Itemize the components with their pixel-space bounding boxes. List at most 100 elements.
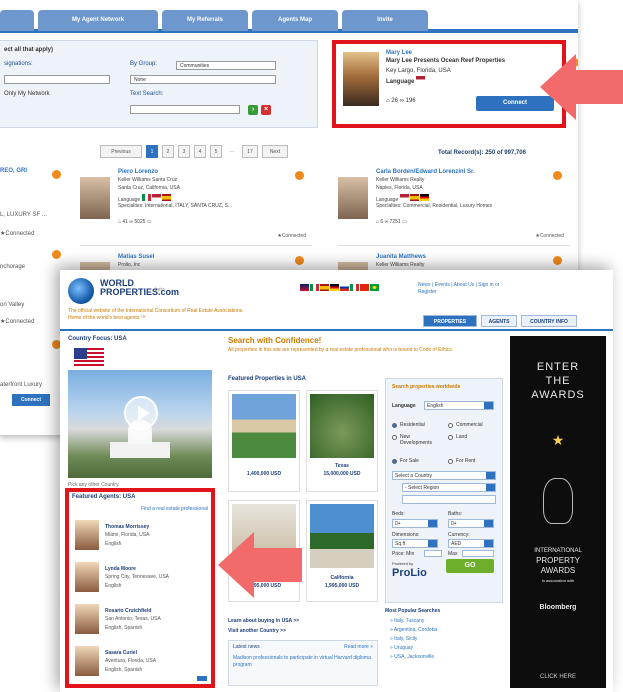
russia-flag-icon[interactable]	[340, 284, 349, 291]
price-max-input[interactable]	[462, 550, 494, 557]
tab-my-referrals[interactable]: My Referrals	[162, 10, 248, 31]
agent-card[interactable]: Carla Borden/Edward Lorenzini Sr. Keller…	[338, 165, 570, 246]
popular-search-link[interactable]: » Uruguay	[390, 645, 413, 651]
featured-agent[interactable]: Lynda Moore Spring City, Tennessee, USA …	[75, 562, 209, 600]
popular-search-link[interactable]: » Argentina, Cordoba	[390, 627, 437, 633]
register-link[interactable]: Register	[418, 289, 499, 296]
tab-agents[interactable]: AGENTS	[481, 315, 517, 327]
tab-country-info[interactable]: COUNTRY INFO	[521, 315, 577, 327]
pager-page-4[interactable]: 4	[194, 145, 206, 158]
awards-banner-ad[interactable]: ENTER THE AWARDS ★ INTERNATIONAL PROPERTY AW…	[510, 336, 606, 688]
language-select[interactable]: English	[424, 401, 494, 410]
pager-next[interactable]: Next	[262, 145, 288, 158]
news-item[interactable]: Madison professionals to participate in …	[233, 655, 373, 669]
agent-specialties: Specialties: Commercial, Residential, Lu…	[376, 203, 493, 209]
italy-flag-icon[interactable]	[350, 284, 359, 291]
find-professional-link[interactable]: Find a real estate professional	[141, 506, 208, 512]
property-image[interactable]	[232, 394, 296, 458]
pager-page-3[interactable]: 3	[178, 145, 190, 158]
popular-search-link[interactable]: » USA, Jacksonville	[390, 654, 434, 660]
currency-select[interactable]: AED	[448, 539, 494, 548]
property-card[interactable]: California 1,995,000 USD	[306, 500, 378, 602]
country-video[interactable]	[68, 370, 212, 478]
agent-name[interactable]: Thomas Morrissey	[105, 524, 149, 530]
featured-agent[interactable]: Thomas Morrissey Miami, Florida, USA Eng…	[75, 520, 209, 558]
ad-headline-line: AWARDS	[531, 389, 585, 401]
beds-select[interactable]: 0+	[392, 519, 438, 528]
property-price: 1,995,000 USD	[324, 583, 360, 589]
pager-page-5[interactable]: 5	[210, 145, 222, 158]
agent-name[interactable]: Juanita Matthews	[376, 254, 426, 260]
top-links-line-1[interactable]: News | Events | About Us | Sign in or	[418, 282, 499, 289]
radio-commercial[interactable]	[448, 423, 453, 428]
china-flag-icon[interactable]	[360, 284, 369, 291]
brazil-flag-icon[interactable]	[370, 284, 379, 291]
left-agent-name[interactable]: REO, GRI	[0, 168, 27, 174]
language-label: Language	[386, 79, 415, 85]
baths-select[interactable]: 0+	[448, 519, 494, 528]
italy-flag-icon[interactable]	[310, 284, 319, 291]
property-card[interactable]: 1,400,000 USD	[228, 390, 300, 492]
new-developments-label: New Developments	[400, 434, 432, 446]
top-links[interactable]: News | Events | About Us | Sign in or Reg…	[418, 282, 499, 296]
germany-flag-icon[interactable]	[330, 284, 339, 291]
pager-page-2[interactable]: 2	[162, 145, 174, 158]
tab-properties[interactable]: PROPERTIES	[423, 315, 477, 327]
featured-agent[interactable]: Rosario Crutchfield San Antonio, Texas, …	[75, 604, 209, 642]
price-min-input[interactable]	[424, 550, 442, 557]
group-select-2[interactable]: None	[130, 75, 276, 84]
agent-name[interactable]: Piero Lorenzo	[118, 169, 158, 175]
radio-residential[interactable]	[392, 423, 397, 428]
tab-partial[interactable]	[0, 10, 34, 31]
property-price: 15,000,000 USD	[323, 471, 361, 477]
agent-card[interactable]: Piero Lorenzo Keller Williams Santa Cruz…	[80, 165, 312, 246]
radio-new-developments[interactable]	[392, 435, 397, 440]
spain-flag-icon[interactable]	[320, 284, 329, 291]
connect-button[interactable]: Connect	[12, 394, 50, 406]
agent-name[interactable]: Matias Susel	[118, 254, 154, 260]
popular-search-link[interactable]: » Italy, Sicily	[390, 636, 417, 642]
tab-agents-map[interactable]: Agents Map	[252, 10, 338, 31]
dimensions-select[interactable]: Sq.ft	[392, 539, 438, 548]
visit-country-link[interactable]: Visit another Country >>	[228, 628, 286, 634]
group-select[interactable]: Communities	[176, 61, 276, 70]
uk-flag-icon[interactable]	[300, 284, 309, 291]
agent-name[interactable]: Carla Borden/Edward Lorenzini Sr.	[376, 169, 475, 175]
pager-page-last[interactable]: 17	[242, 145, 258, 158]
tab-my-agent-network[interactable]: My Agent Network	[38, 10, 158, 31]
property-image[interactable]	[310, 394, 374, 458]
profile-name[interactable]: Mary Lee	[386, 50, 412, 56]
go-button[interactable]: GO	[446, 559, 494, 573]
only-network-checkbox[interactable]: Only My Network	[4, 91, 50, 97]
popular-search-link[interactable]: » Italy, Tuscany	[390, 618, 424, 624]
featured-agents-title: Featured Agents: USA	[72, 494, 136, 500]
city-input[interactable]	[402, 495, 496, 504]
left-connected-2: ★Connected	[0, 318, 34, 325]
featured-agent[interactable]: Sasara Curiel Aventura, Florida, USA Eng…	[75, 646, 209, 684]
tab-invite[interactable]: Invite	[342, 10, 428, 31]
region-select[interactable]: - Select Region	[402, 483, 496, 492]
click-here-link[interactable]: CLICK HERE	[510, 674, 606, 680]
country-select[interactable]: Select a Country	[392, 471, 496, 480]
connected-label: Connected	[281, 233, 306, 239]
site-brand[interactable]: WORLD PROPERTIES.com	[100, 279, 179, 297]
radio-for-rent[interactable]	[448, 459, 453, 464]
pager-previous[interactable]: Previous	[100, 145, 142, 158]
designations-input[interactable]	[4, 75, 110, 84]
agent-stats: ⌂ 6 ∞ 7251 ▭	[376, 219, 407, 225]
agent-name[interactable]: Lynda Moore	[105, 566, 136, 572]
radio-land[interactable]	[448, 435, 453, 440]
radio-for-sale[interactable]	[392, 459, 397, 464]
clear-search-button[interactable]: ×	[261, 105, 271, 115]
play-button[interactable]	[124, 396, 158, 430]
learn-buying-link[interactable]: Learn about buying in USA >>	[228, 618, 299, 624]
agent-name[interactable]: Rosario Crutchfield	[105, 608, 151, 614]
more-agents-button[interactable]	[197, 676, 207, 681]
property-image[interactable]	[310, 504, 374, 568]
search-go-button[interactable]: ›	[248, 105, 258, 115]
text-search-input[interactable]	[130, 105, 240, 114]
agent-name[interactable]: Sasara Curiel	[105, 650, 137, 656]
pager-page-1[interactable]: 1	[146, 145, 158, 158]
read-more-link[interactable]: Read more »	[344, 644, 373, 650]
property-card[interactable]: Texas 15,000,000 USD	[306, 390, 378, 492]
